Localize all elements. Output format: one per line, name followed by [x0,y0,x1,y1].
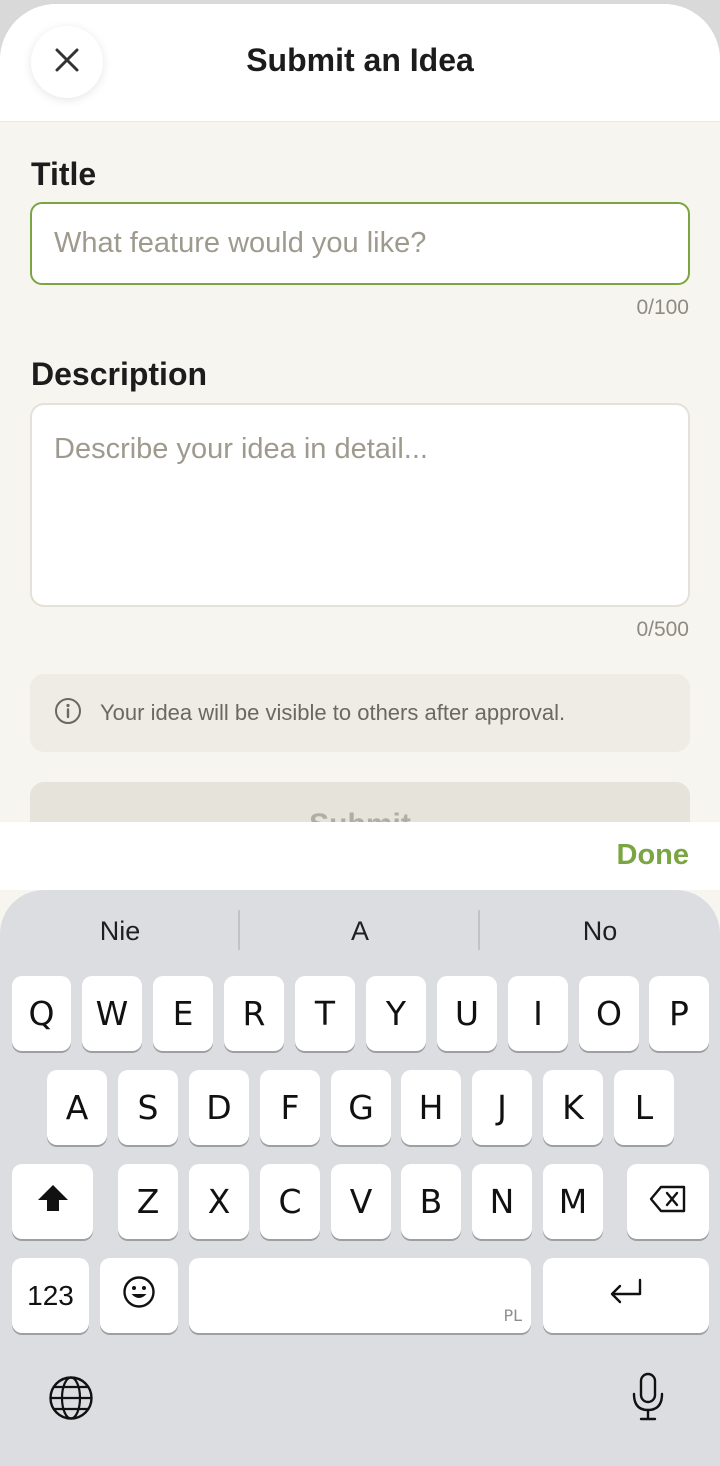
backspace-icon [649,1182,687,1221]
description-counter: 0/500 [636,618,689,641]
key-e[interactable]: E [153,976,213,1051]
shift-icon [36,1182,70,1221]
dictation-button[interactable] [630,1372,666,1427]
numbers-key[interactable]: 123 [12,1258,89,1333]
key-k[interactable]: K [543,1070,603,1145]
key-b[interactable]: B [401,1164,461,1239]
keyboard: Nie A No Q W E R T Y U I O P A S D F G H… [0,890,720,1466]
key-u[interactable]: U [437,976,497,1051]
key-w[interactable]: W [82,976,142,1051]
key-o[interactable]: O [579,976,639,1051]
key-f[interactable]: F [260,1070,320,1145]
suggestion-3[interactable]: No [480,916,720,947]
return-key[interactable] [543,1258,709,1333]
done-button[interactable]: Done [617,839,690,872]
microphone-icon [630,1372,666,1426]
emoji-key[interactable] [100,1258,178,1333]
key-c[interactable]: C [260,1164,320,1239]
globe-icon [48,1376,94,1425]
emoji-icon [122,1275,156,1317]
key-y[interactable]: Y [366,976,426,1051]
suggestion-2[interactable]: A [240,916,480,947]
page-title: Submit an Idea [246,42,474,78]
key-z[interactable]: Z [118,1164,178,1239]
key-a[interactable]: A [47,1070,107,1145]
key-s[interactable]: S [118,1070,178,1145]
keyboard-language-label: PL [503,1306,522,1325]
info-notice: Your idea will be visible to others afte… [30,674,690,752]
suggestion-1[interactable]: Nie [0,916,240,947]
key-h[interactable]: H [401,1070,461,1145]
return-icon [608,1276,644,1315]
key-l[interactable]: L [614,1070,674,1145]
key-r[interactable]: R [224,976,284,1051]
key-q[interactable]: Q [12,976,71,1051]
key-g[interactable]: G [331,1070,391,1145]
keyboard-accessory-bar: Done [0,822,720,890]
space-key[interactable]: PL [189,1258,531,1333]
key-d[interactable]: D [189,1070,249,1145]
key-v[interactable]: V [331,1164,391,1239]
title-input[interactable] [30,202,690,285]
key-j[interactable]: J [472,1070,532,1145]
description-input[interactable] [30,403,690,607]
info-text: Your idea will be visible to others afte… [100,700,566,725]
description-label: Description [31,356,208,392]
header: Submit an Idea [0,4,720,122]
key-i[interactable]: I [508,976,568,1051]
shift-key[interactable] [12,1164,93,1239]
info-icon [54,697,82,730]
key-m[interactable]: M [543,1164,603,1239]
title-counter: 0/100 [636,296,689,319]
globe-button[interactable] [48,1375,94,1426]
key-t[interactable]: T [295,976,355,1051]
key-p[interactable]: P [649,976,709,1051]
title-label: Title [31,156,97,192]
backspace-key[interactable] [627,1164,709,1239]
key-n[interactable]: N [472,1164,532,1239]
key-x[interactable]: X [189,1164,249,1239]
